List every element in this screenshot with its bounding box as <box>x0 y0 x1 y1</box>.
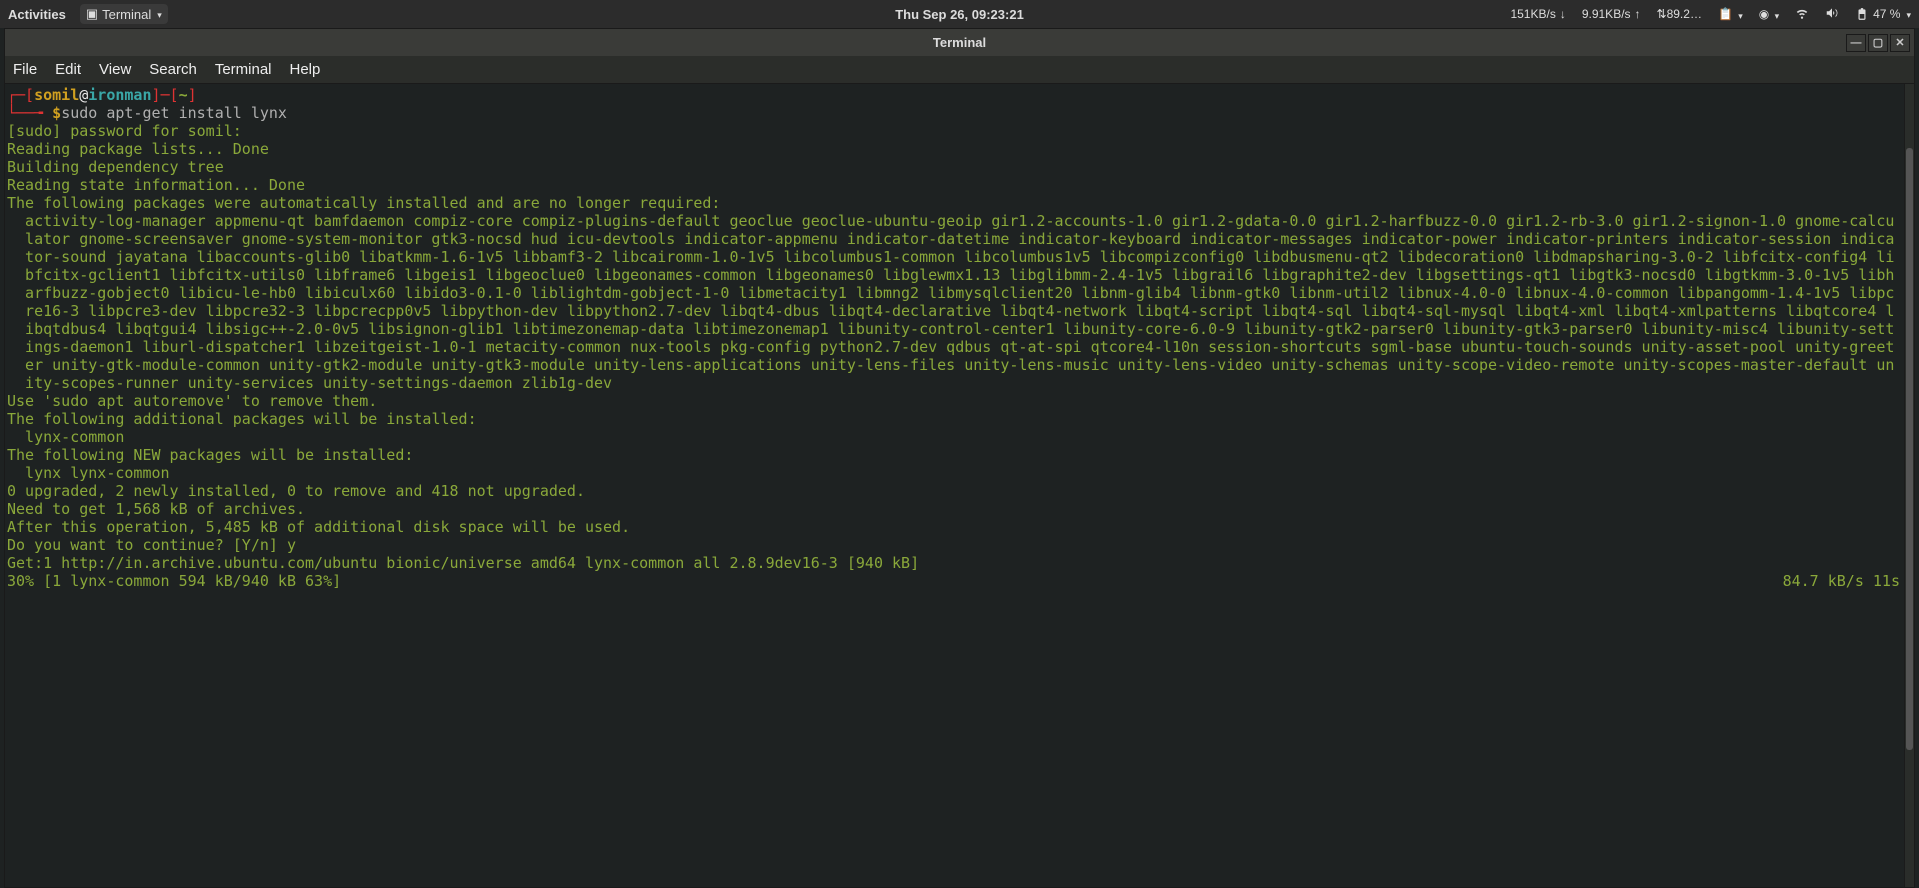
prompt-user: somil <box>34 86 79 104</box>
menu-view[interactable]: View <box>99 61 131 78</box>
minimize-button[interactable]: — <box>1846 34 1866 52</box>
close-button[interactable]: ✕ <box>1890 34 1910 52</box>
prompt-sep: ]─[ <box>152 86 179 104</box>
terminal-scrollbar[interactable] <box>1904 84 1914 887</box>
out-autoremove-packages: activity-log-manager appmenu-qt bamfdaem… <box>7 212 1900 392</box>
menu-terminal[interactable]: Terminal <box>215 61 272 78</box>
terminal-viewport: ┌─[somil@ironman]─[~] └──╼ $sudo apt-get… <box>4 84 1915 888</box>
out-new-packages: lynx lynx-common <box>7 464 1900 482</box>
net-total-indicator: ⇅89.2… <box>1657 7 1702 21</box>
out-sudo: [sudo] password for somil: <box>7 122 242 140</box>
out-line: After this operation, 5,485 kB of additi… <box>7 518 630 536</box>
window-title: Terminal <box>933 35 986 50</box>
prompt-dollar: $ <box>52 104 61 122</box>
entered-command: sudo apt-get install lynx <box>61 104 287 122</box>
menu-bar: File Edit View Search Terminal Help <box>4 56 1915 84</box>
menu-search[interactable]: Search <box>149 61 197 78</box>
out-line: The following NEW packages will be insta… <box>7 446 413 464</box>
terminal-icon: ▣ <box>86 6 98 22</box>
terminal-content[interactable]: ┌─[somil@ironman]─[~] └──╼ $sudo apt-get… <box>5 84 1904 887</box>
out-line: Do you want to continue? [Y/n] y <box>7 536 296 554</box>
out-line: Get:1 http://in.archive.ubuntu.com/ubunt… <box>7 554 919 572</box>
prompt-cwd: ~ <box>179 86 188 104</box>
download-progress-left: 30% [1 lynx-common 594 kB/940 kB 63%] <box>7 572 341 590</box>
menu-file[interactable]: File <box>13 61 37 78</box>
arrow-up-icon: ↑ <box>1635 7 1641 21</box>
out-line: Reading state information... Done <box>7 176 305 194</box>
download-progress-right: 84.7 kB/s 11s <box>1783 572 1900 590</box>
net-up-indicator: 9.91KB/s↑ <box>1582 7 1641 21</box>
gnome-top-bar: Activities ▣ Terminal ▾ Thu Sep 26, 09:2… <box>0 0 1919 28</box>
out-additional-packages: lynx-common <box>7 428 1900 446</box>
app-menu-label: Terminal <box>102 7 151 22</box>
clock[interactable]: Thu Sep 26, 09:23:21 <box>895 7 1024 22</box>
volume-icon[interactable] <box>1825 6 1839 23</box>
clipboard-icon[interactable]: 📋 ▾ <box>1718 7 1743 21</box>
prompt-host: ironman <box>88 86 151 104</box>
out-line: Use 'sudo apt autoremove' to remove them… <box>7 392 377 410</box>
out-line: The following additional packages will b… <box>7 410 477 428</box>
out-line: Building dependency tree <box>7 158 224 176</box>
window-title-bar: Terminal — ▢ ✕ <box>4 28 1915 56</box>
prompt-at: @ <box>79 86 88 104</box>
menu-help[interactable]: Help <box>290 61 321 78</box>
out-line: Need to get 1,568 kB of archives. <box>7 500 305 518</box>
activities-button[interactable]: Activities <box>8 7 66 22</box>
wifi-icon[interactable] <box>1795 6 1809 23</box>
arrow-down-icon: ↓ <box>1560 7 1566 21</box>
maximize-button[interactable]: ▢ <box>1868 34 1888 52</box>
out-line: 0 upgraded, 2 newly installed, 0 to remo… <box>7 482 585 500</box>
chevron-down-icon: ▾ <box>157 10 162 21</box>
battery-indicator[interactable]: 47 %▾ <box>1855 7 1911 21</box>
prompt-end: ] <box>188 86 197 104</box>
app-menu[interactable]: ▣ Terminal ▾ <box>80 4 168 24</box>
net-down-indicator: 151KB/s↓ <box>1510 7 1565 21</box>
menu-edit[interactable]: Edit <box>55 61 81 78</box>
accessibility-icon[interactable]: ◉ ▾ <box>1759 7 1779 21</box>
prompt-l2: └──╼ <box>7 104 52 122</box>
out-line: The following packages were automaticall… <box>7 194 720 212</box>
prompt-l1: ┌─[ <box>7 86 34 104</box>
out-line: Reading package lists... Done <box>7 140 269 158</box>
scrollbar-thumb[interactable] <box>1906 148 1913 750</box>
